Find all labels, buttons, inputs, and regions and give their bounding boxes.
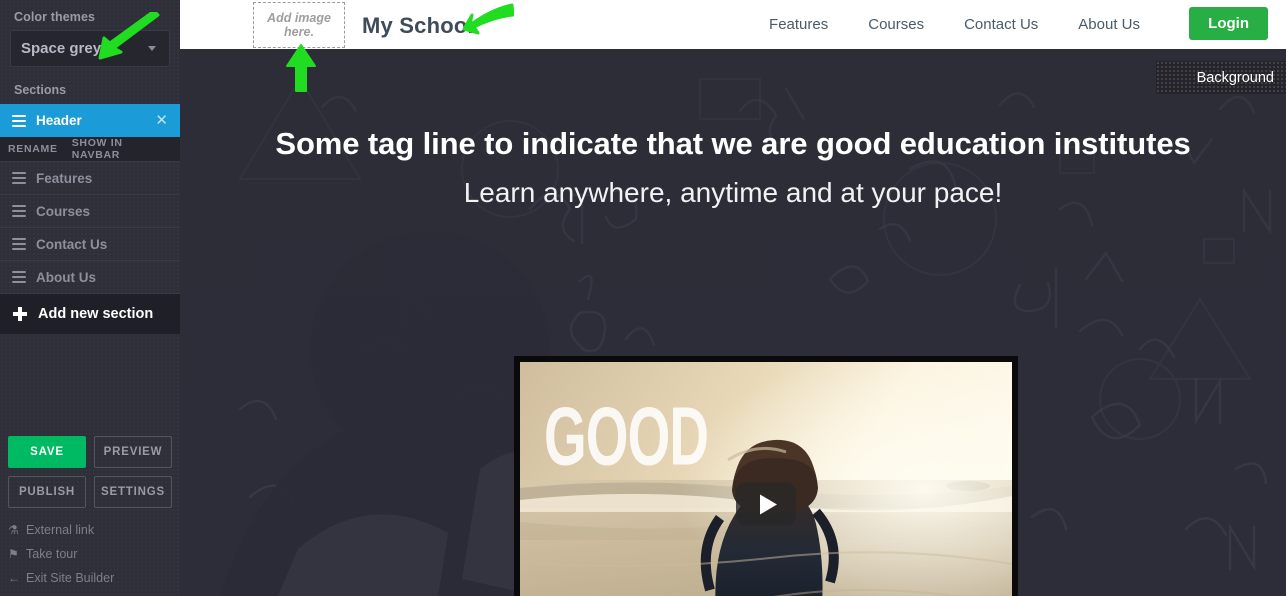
show-in-navbar-button[interactable]: SHOW IN NAVBAR xyxy=(72,137,158,161)
button-row-two: PUBLISH SETTINGS xyxy=(8,476,172,508)
hero-subheadline[interactable]: Learn anywhere, anytime and at your pace… xyxy=(180,177,1286,209)
color-theme-value: Space grey xyxy=(21,40,102,57)
external-link-item[interactable]: ⚗ External link xyxy=(8,518,172,542)
site-builder-screen: Color themes Space grey Sections Header … xyxy=(0,0,1286,596)
sidebar-item-label: Features xyxy=(36,170,93,186)
sidebar-item-about-us[interactable]: About Us xyxy=(0,261,180,294)
sidebar-item-courses[interactable]: Courses xyxy=(0,195,180,228)
background-edit-button[interactable]: Background xyxy=(1156,61,1286,94)
sidebar-item-label: Courses xyxy=(36,203,91,219)
sidebar-item-label: Contact Us xyxy=(36,236,108,252)
color-themes-label: Color themes xyxy=(14,10,96,24)
hamburger-drag-icon[interactable] xyxy=(12,237,26,252)
take-tour-item[interactable]: ⚑ Take tour xyxy=(8,542,172,566)
flag-icon: ⚑ xyxy=(8,547,19,561)
external-link-label: External link xyxy=(26,523,95,537)
navbar-links: Features Courses Contact Us About Us xyxy=(749,0,1160,49)
sidebar-action-buttons: SAVE PREVIEW PUBLISH SETTINGS xyxy=(0,436,180,516)
sidebar-item-header[interactable]: Header ✕ xyxy=(0,104,180,137)
save-button[interactable]: SAVE xyxy=(8,436,86,468)
hamburger-drag-icon[interactable] xyxy=(12,171,26,186)
exit-site-builder-item[interactable]: ← Exit Site Builder xyxy=(8,566,172,590)
hero-content: Some tag line to indicate that we are go… xyxy=(180,49,1286,596)
hero-headline[interactable]: Some tag line to indicate that we are go… xyxy=(180,49,1286,169)
hamburger-drag-icon[interactable] xyxy=(12,113,26,128)
nav-link-contact-us[interactable]: Contact Us xyxy=(944,16,1058,33)
add-new-section-label: Add new section xyxy=(38,306,154,322)
publish-button[interactable]: PUBLISH xyxy=(8,476,86,508)
plus-icon xyxy=(12,306,28,322)
nav-link-courses[interactable]: Courses xyxy=(848,16,944,33)
chevron-down-icon xyxy=(148,46,156,51)
preview-button[interactable]: PREVIEW xyxy=(94,436,172,468)
builder-sidebar: Color themes Space grey Sections Header … xyxy=(0,0,180,596)
logo-image-placeholder[interactable]: Add image here. xyxy=(253,2,345,48)
sections-label: Sections xyxy=(14,83,67,97)
sidebar-item-features[interactable]: Features xyxy=(0,162,180,195)
sidebar-item-contact-us[interactable]: Contact Us xyxy=(0,228,180,261)
sidebar-links: ⚗ External link ⚑ Take tour ← Exit Site … xyxy=(0,518,180,590)
site-brand-title[interactable]: My School xyxy=(362,13,474,39)
login-button[interactable]: Login xyxy=(1189,7,1268,40)
color-theme-select[interactable]: Space grey xyxy=(10,30,170,67)
hamburger-drag-icon[interactable] xyxy=(12,204,26,219)
arrow-left-icon: ← xyxy=(8,571,20,585)
hamburger-drag-icon[interactable] xyxy=(12,270,26,285)
site-navbar: Add image here. My School Features Cours… xyxy=(180,0,1286,49)
section-actions-bar: RENAME SHOW IN NAVBAR xyxy=(0,137,180,162)
button-row-one: SAVE PREVIEW xyxy=(8,436,172,468)
exit-site-builder-label: Exit Site Builder xyxy=(26,571,115,585)
hero-section: Background Some tag line to indicate tha… xyxy=(180,49,1286,596)
nav-link-features[interactable]: Features xyxy=(749,16,848,33)
take-tour-label: Take tour xyxy=(26,547,78,561)
sidebar-item-label: About Us xyxy=(36,269,96,285)
close-icon[interactable]: ✕ xyxy=(155,113,168,128)
site-preview: Add image here. My School Features Cours… xyxy=(180,0,1286,596)
rename-button[interactable]: RENAME xyxy=(8,143,58,155)
link-chain-icon: ⚗ xyxy=(8,523,19,537)
sidebar-item-label: Header xyxy=(36,113,82,128)
nav-link-about-us[interactable]: About Us xyxy=(1058,16,1160,33)
settings-button[interactable]: SETTINGS xyxy=(94,476,172,508)
add-new-section-button[interactable]: Add new section xyxy=(0,294,180,334)
